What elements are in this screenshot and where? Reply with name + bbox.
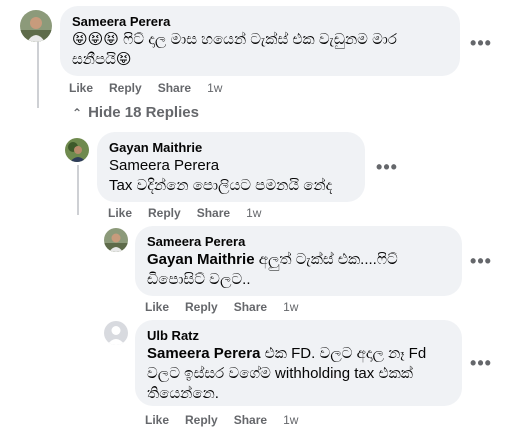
reply-text: Sameera Perera එක FD. වලට අදාල නෑ Fd වලට… [147,344,450,404]
comment-text-line1: ෆිට් දාල මාස හයෙන් ටැක්ස් එක වැඩුනම මාර [118,31,397,48]
like-button[interactable]: Like [145,300,169,314]
reply-text: Gayan Maithrie අලුත් ටැක්ස් එක....ෆිට් ඩ… [147,250,450,290]
mention-link[interactable]: Sameera Perera [147,345,260,362]
comment-more-options-icon[interactable]: ••• [466,28,496,58]
avatar[interactable] [65,138,89,162]
reply-text-line2: ඩිපොසිට් වලට.. [147,271,251,288]
mention-link[interactable]: Sameera Perera [109,157,219,174]
reply-button[interactable]: Reply [148,206,181,220]
timestamp[interactable]: 1w [283,413,298,427]
reply-bubble: Ulb Ratz Sameera Perera එක FD. වලට අදාල … [135,320,462,406]
thread-line-main [37,42,39,108]
reply-author[interactable]: Gayan Maithrie [109,140,353,156]
reply-bubble: Sameera Perera Gayan Maithrie අලුත් ටැක්… [135,226,462,296]
reply-author[interactable]: Ulb Ratz [147,328,450,344]
reply-text-line3: තියෙන්නෙ. [147,385,219,402]
share-button[interactable]: Share [158,81,191,95]
reply-actions: Like Reply Share 1w [145,300,314,314]
reply-text-line2: වලට ඉස්සර වගේම withholding tax එකක් [147,365,413,382]
reply-author[interactable]: Sameera Perera [147,234,450,250]
comment-text: 😝😝😝 ෆිට් දාල මාස හයෙන් ටැක්ස් එක වැඩුනම … [72,30,448,70]
avatar-photo-icon [104,228,128,252]
reply-mention-line: Sameera Perera [109,156,353,176]
reply-more-options-icon[interactable]: ••• [466,246,496,276]
hide-replies-button[interactable]: ⌃ Hide 18 Replies [72,104,199,121]
timestamp[interactable]: 1w [207,81,222,95]
reply-button[interactable]: Reply [185,413,218,427]
reply-button[interactable]: Reply [109,81,142,95]
mention-link[interactable]: Gayan Maithrie [147,251,255,268]
reply-more-options-icon[interactable]: ••• [466,348,496,378]
reply-more-options-icon[interactable]: ••• [372,152,402,182]
timestamp[interactable]: 1w [246,206,261,220]
comment-emoji-prefix: 😝😝😝 [72,31,119,48]
reply-text-line1: අලුත් ටැක්ස් එක....ෆිට් [254,251,398,268]
comment-text-line2: සනීපයි [72,51,116,68]
share-button[interactable]: Share [234,300,267,314]
avatar[interactable] [20,10,52,42]
avatar-photo-icon [20,10,52,42]
like-button[interactable]: Like [145,413,169,427]
comment-author[interactable]: Sameera Perera [72,14,448,30]
reply-actions: Like Reply Share 1w [145,413,314,427]
reply-actions: Like Reply Share 1w [108,206,277,220]
reply-text: Tax වදින්නෙ පොලියට පමනයි නේද [109,177,333,194]
avatar[interactable] [104,321,128,345]
reply-bubble: Gayan Maithrie Sameera Perera Tax වදින්න… [97,132,365,202]
hide-replies-label: Hide 18 Replies [88,104,199,121]
comment-bubble: Sameera Perera 😝😝😝 ෆිට් දාල මාස හයෙන් ටැ… [60,6,460,76]
avatar-photo-icon [65,138,89,162]
share-button[interactable]: Share [197,206,230,220]
comment-actions: Like Reply Share 1w [69,81,238,95]
share-button[interactable]: Share [234,413,267,427]
like-button[interactable]: Like [108,206,132,220]
avatar[interactable] [104,228,128,252]
reply-text-line1: එක FD. වලට අදාල නෑ Fd [260,345,427,362]
default-avatar-icon [104,321,128,345]
comment-emoji-suffix: 😝 [115,51,132,68]
timestamp[interactable]: 1w [283,300,298,314]
reply-button[interactable]: Reply [185,300,218,314]
thread-line-reply-1 [77,165,79,215]
chevron-up-icon: ⌃ [72,105,83,120]
like-button[interactable]: Like [69,81,93,95]
